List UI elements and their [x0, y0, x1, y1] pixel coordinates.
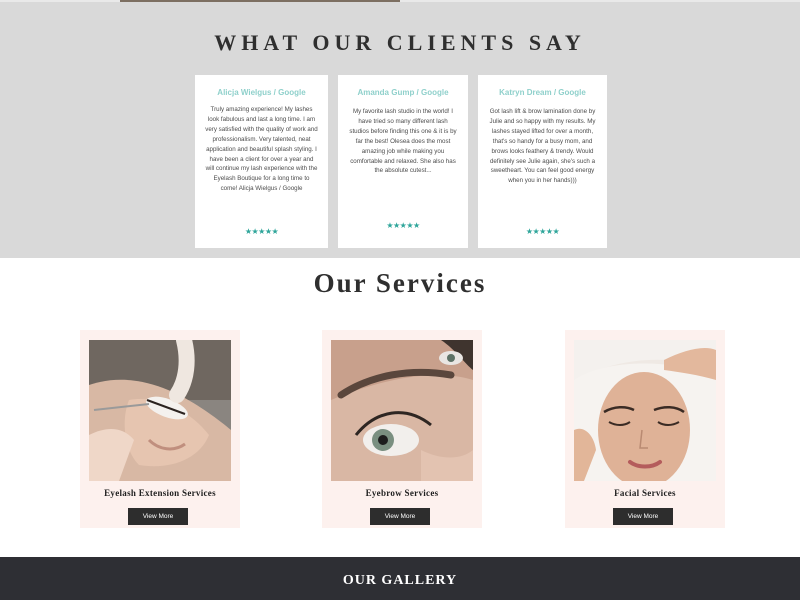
review-author: Amanda Gump / Google [357, 88, 449, 97]
services-title: Our Services [313, 268, 487, 298]
eyelash-extension-photo [89, 340, 231, 481]
eyebrow-illustration [331, 340, 473, 481]
review-text: Truly amazing experience! My lashes look… [205, 106, 318, 193]
service-card-eyelash: Eyelash Extension Services View More [80, 330, 240, 528]
service-name: Eyebrow Services [365, 488, 439, 498]
gallery-section: OUR GALLERY [0, 557, 800, 600]
view-more-button[interactable]: View More [128, 508, 188, 525]
view-more-button[interactable]: View More [370, 508, 430, 525]
review-text: Got lash lift & brow lamination done by … [489, 108, 596, 185]
rating-stars-icon: ★★★★★ [386, 221, 420, 230]
review-author: Katryn Dream / Google [499, 88, 586, 97]
eyebrow-photo [331, 340, 473, 481]
service-name: Facial Services [614, 488, 676, 498]
view-more-button[interactable]: View More [613, 508, 673, 525]
review-card: Alicja Wielgus / Google Truly amazing ex… [195, 75, 328, 248]
rating-stars-icon: ★★★★★ [244, 227, 279, 236]
review-text: My favorite lash studio in the world! I … [349, 108, 457, 175]
gallery-title: OUR GALLERY [342, 573, 458, 588]
facial-photo [574, 340, 716, 481]
facial-illustration [574, 340, 716, 481]
service-card-facial: Facial Services View More [565, 330, 725, 528]
eyelash-extension-illustration [89, 340, 231, 481]
rating-stars-icon: ★★★★★ [525, 227, 560, 236]
testimonials-section: WHAT OUR CLIENTS SAY Alicja Wielgus / Go… [0, 2, 800, 258]
service-name: Eyelash Extension Services [104, 488, 216, 498]
testimonials-title: WHAT OUR CLIENTS SAY [214, 30, 586, 55]
review-author: Alicja Wielgus / Google [217, 88, 306, 97]
review-card: Katryn Dream / Google Got lash lift & br… [478, 75, 607, 248]
review-card: Amanda Gump / Google My favorite lash st… [338, 75, 468, 248]
service-card-eyebrow: Eyebrow Services View More [322, 330, 482, 528]
